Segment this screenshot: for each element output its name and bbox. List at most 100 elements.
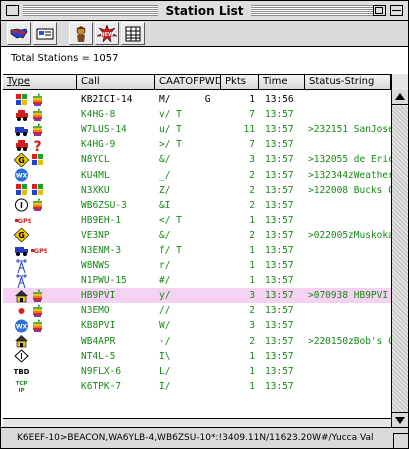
scroll-up-arrow[interactable] <box>392 90 408 105</box>
station-call: KB2ICI-14 <box>81 94 133 106</box>
station-status: >122008 Bucks C <box>308 184 391 196</box>
station-list-window: Station List NEW Total Stations = 1057 T… <box>0 0 409 449</box>
station-row[interactable]: N3EMO // 2 13:57 <box>3 303 391 318</box>
station-row[interactable]: KB2ICI-14 M/ G 1 13:56 <box>3 92 391 107</box>
station-call: N3EMO <box>81 305 110 317</box>
station-flags: f/ T <box>159 244 182 256</box>
station-time: 13:57 <box>265 350 294 362</box>
wx-icon: WX <box>14 319 29 333</box>
station-row[interactable]: G N8YCL &/ 3 13:57 >132055 de Eric <box>3 152 391 168</box>
station-time: 13:57 <box>265 320 294 332</box>
station-type-icons: WX <box>3 318 77 333</box>
table-button[interactable] <box>121 22 145 45</box>
station-row[interactable]: GPS HB9EH-1 </ T 1 13:57 <box>3 213 391 228</box>
station-type-icons: TBD <box>3 364 77 379</box>
svg-text:IP: IP <box>18 388 24 393</box>
station-status: >232151 SanJose <box>308 124 391 136</box>
station-type-icons: I <box>3 198 77 213</box>
station-type-icons <box>3 107 77 122</box>
station-row[interactable]: TCP IP K6TPK-7 I/1 13:57 <box>3 379 391 395</box>
svg-text:WX: WX <box>16 173 28 180</box>
column-status[interactable]: Status-String <box>305 75 391 89</box>
station-flags: v/ T <box>159 109 182 121</box>
station-flags: r/ <box>159 260 171 272</box>
station-type-icons <box>3 349 77 364</box>
station-row[interactable]: GPS N3ENM-3 f/ T 1 13:57 <box>3 243 391 258</box>
station-row[interactable]: W8NWS r/1 13:57 <box>3 258 391 273</box>
station-row[interactable]: WB4APR -/ 2 13:57 >220150zBob's C <box>3 334 391 349</box>
station-row[interactable]: HB9PVI y/3 13:57 >070938 HB9PVI <box>3 288 391 304</box>
station-call: HB9EH-1 <box>81 214 122 226</box>
station-flags: L/ <box>159 365 171 377</box>
new-button[interactable]: NEW <box>95 22 119 45</box>
station-call: NT4L-5 <box>81 350 116 362</box>
station-pkts: 3 <box>249 320 255 332</box>
station-call: WB6ZSU-3 <box>81 199 127 211</box>
station-call: K4HG-9 <box>81 139 116 151</box>
column-time[interactable]: Time <box>259 75 305 89</box>
station-flags: &/ <box>159 154 171 166</box>
horizontal-scrollbar[interactable] <box>3 418 391 427</box>
station-time: 13:57 <box>265 365 294 377</box>
station-row[interactable]: N3XKU Z/2 13:57 >122008 Bucks C <box>3 183 391 198</box>
station-row[interactable]: W7LUS-14 u/ T 11 13:57 >232151 SanJose <box>3 122 391 137</box>
column-type[interactable]: Type <box>3 75 77 89</box>
station-row[interactable]: N1PWU-15 #/ 1 13:57 <box>3 273 391 288</box>
tcpip-icon: TCP IP <box>14 379 29 394</box>
station-row[interactable]: G VE3NP &/ 2 13:57 >022005zMuskoka <box>3 227 391 243</box>
station-type-icons: GPS <box>3 213 77 228</box>
station-pkts: 11 <box>243 124 255 136</box>
station-time: 13:57 <box>265 290 294 302</box>
scroll-track[interactable] <box>392 106 408 412</box>
station-row[interactable]: I WB6ZSU-3 &I 2 13:57 <box>3 198 391 213</box>
station-time: 13:57 <box>265 229 294 241</box>
info-button[interactable] <box>33 22 57 45</box>
station-call: N8YCL <box>81 154 110 166</box>
svg-text:TCP: TCP <box>16 381 28 387</box>
station-row[interactable]: NT4L-5 I\ 1 13:57 <box>3 349 391 364</box>
column-flags[interactable]: CAATOFPWDG <box>155 75 221 89</box>
station-type-icons: TCP IP <box>3 379 77 394</box>
title-bar[interactable]: Station List <box>1 1 408 21</box>
station-call: N1PWU-15 <box>81 275 127 287</box>
windows-icon <box>30 153 45 167</box>
station-flags: &I <box>159 199 171 211</box>
station-button[interactable] <box>69 22 93 45</box>
station-flags: &/ <box>159 229 171 241</box>
station-type-icons: G <box>3 227 77 243</box>
column-pkts[interactable]: Pkts <box>221 75 259 89</box>
station-row[interactable]: ? K4HG-9 >/ T 7 13:57 <box>3 137 391 155</box>
svg-text:NEW: NEW <box>100 32 114 38</box>
collapse-box[interactable] <box>390 5 403 16</box>
station-row[interactable]: WX KU4ML _/ 2 13:57 >132344zWeather <box>3 167 391 182</box>
vertical-scrollbar[interactable] <box>391 74 408 427</box>
station-call: K6TPK-7 <box>81 380 122 392</box>
station-row[interactable]: WX KB8PVI W/3 13:57 <box>3 318 391 333</box>
station-type-icons <box>3 92 77 107</box>
station-row[interactable]: K4HG-8 v/ T 7 13:57 <box>3 107 391 122</box>
scroll-down-arrow[interactable] <box>392 412 408 427</box>
truck-icon <box>14 123 29 137</box>
toolbar: NEW <box>1 21 408 47</box>
station-flags: W/ <box>159 320 171 332</box>
station-call: N9FLX-6 <box>81 365 122 377</box>
apple-icon <box>30 289 45 303</box>
apple-icon <box>30 123 45 137</box>
station-list[interactable]: KB2ICI-14 M/ G 1 13:56 K4HG-8 v/ T 7 13:57 W7LUS… <box>3 92 391 418</box>
station-pkts: 1 <box>249 260 255 272</box>
station-pkts: 1 <box>249 275 255 287</box>
apple-icon <box>30 108 45 122</box>
zoom-box[interactable] <box>373 5 386 16</box>
resize-grip[interactable] <box>393 433 408 448</box>
station-flags: y/ <box>159 290 171 302</box>
station-row[interactable]: TBD N9FLX-6 L/1 13:57 <box>3 364 391 379</box>
station-time: 13:57 <box>265 380 294 392</box>
column-call[interactable]: Call <box>77 75 155 89</box>
station-flags: u/ T <box>159 124 182 136</box>
map-button[interactable] <box>7 22 31 45</box>
station-type-icons <box>3 273 77 288</box>
station-time: 13:57 <box>265 214 294 226</box>
table-icon <box>125 26 141 41</box>
column-header: Type Call CAATOFPWDG Pkts Time Status-St… <box>3 74 391 90</box>
close-box[interactable] <box>6 5 19 16</box>
